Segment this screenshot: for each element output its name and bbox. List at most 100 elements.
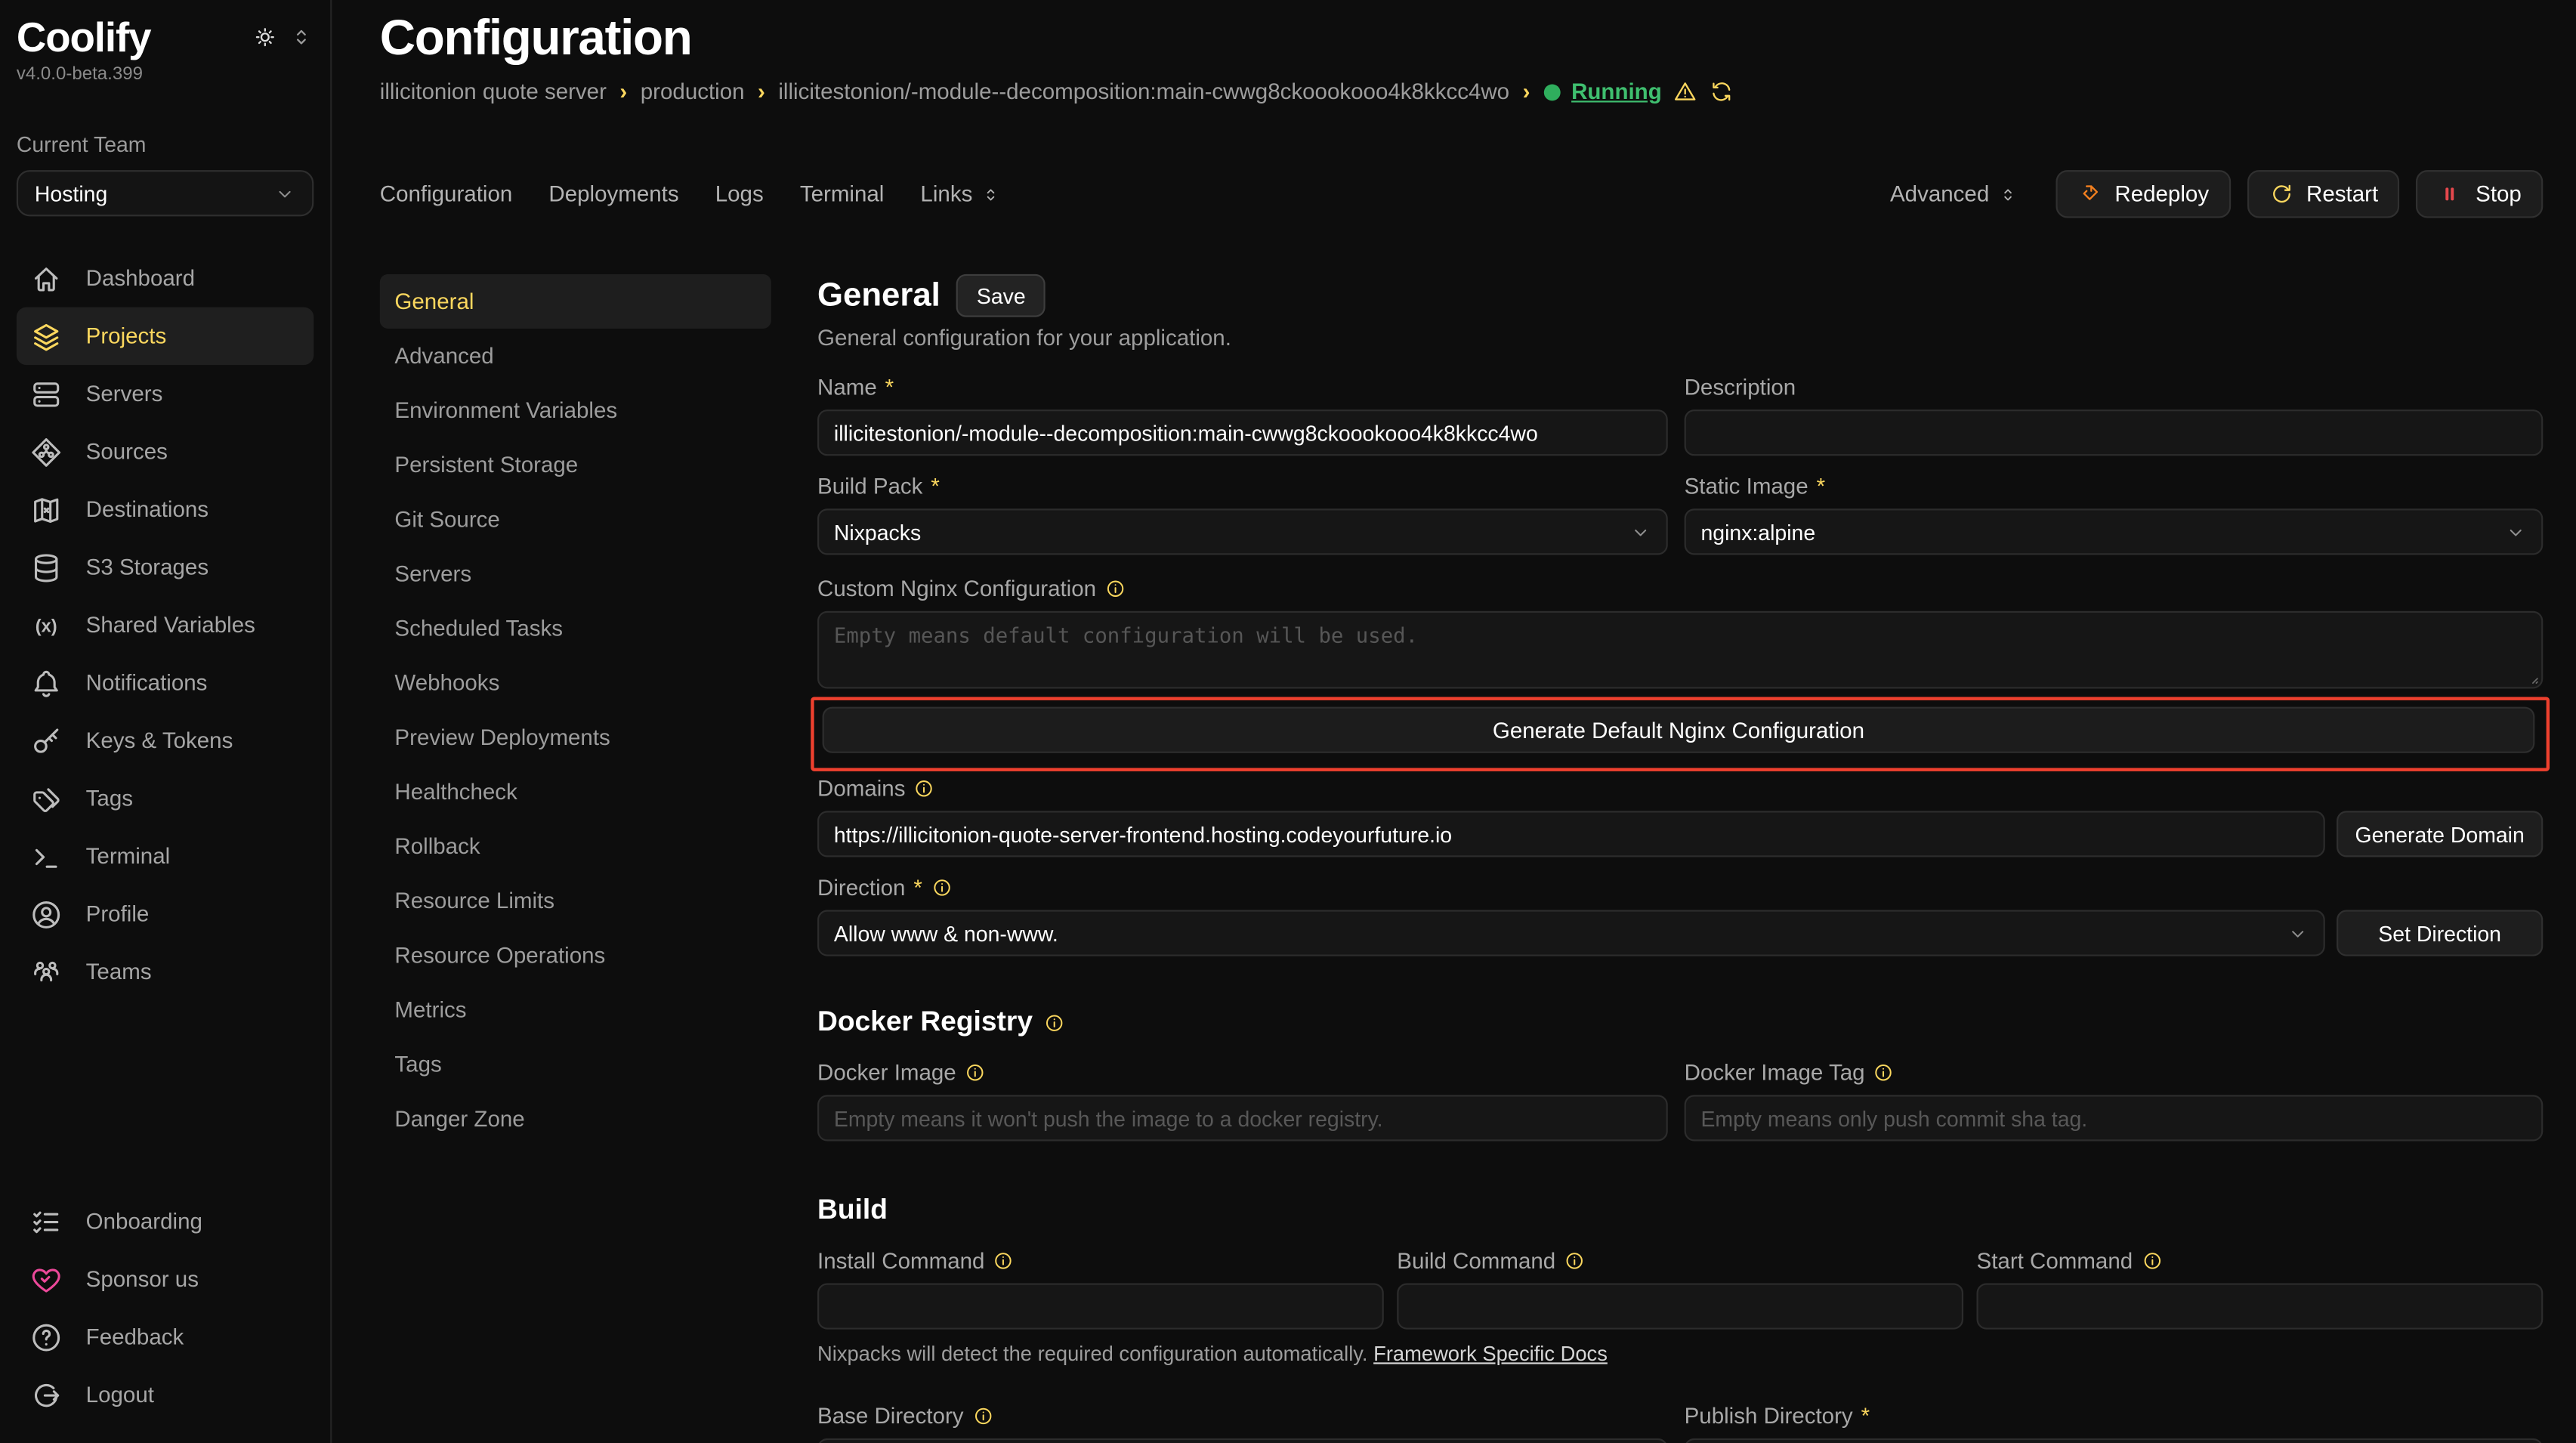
publish-directory-input[interactable]: [1685, 1438, 2544, 1443]
build-pack-select[interactable]: Nixpacks: [817, 508, 1668, 555]
tab-links[interactable]: Links: [920, 181, 1000, 206]
subnav-item-healthcheck[interactable]: Healthcheck: [380, 765, 771, 819]
sidebar-item-label: Feedback: [86, 1324, 184, 1349]
static-image-select[interactable]: nginx:alpine: [1685, 508, 2544, 555]
subnav-item-webhooks[interactable]: Webhooks: [380, 656, 771, 710]
tab-label: Terminal: [800, 181, 885, 206]
direction-select[interactable]: Allow www & non-www.: [817, 910, 2325, 956]
instance-selector-icon[interactable]: [289, 25, 314, 50]
resize-handle-icon[interactable]: [2522, 667, 2540, 685]
info-icon: [1873, 1062, 1894, 1083]
generate-nginx-config-button[interactable]: Generate Default Nginx Configuration: [823, 707, 2535, 753]
status-group: Running: [1543, 79, 1734, 104]
subnav-item-persistent-storage[interactable]: Persistent Storage: [380, 437, 771, 492]
tab-label: Configuration: [380, 181, 513, 206]
nginx-config-textarea[interactable]: [817, 611, 2543, 689]
sidebar-item-terminal[interactable]: Terminal: [17, 827, 314, 885]
theme-toggle-sun-icon[interactable]: [252, 25, 277, 50]
save-button[interactable]: Save: [957, 274, 1046, 317]
sidebar-item-destinations[interactable]: Destinations: [17, 480, 314, 539]
subnav-item-git-source[interactable]: Git Source: [380, 492, 771, 546]
tab-configuration[interactable]: Configuration: [380, 181, 513, 206]
tabs-row: Configuration Deployments Logs Terminal Link…: [380, 170, 2544, 218]
restart-button[interactable]: Restart: [2247, 170, 2399, 218]
varx-icon: (x): [29, 609, 63, 642]
sidebar-item-label: Logout: [86, 1383, 154, 1407]
sidebar-item-label: Sponsor us: [86, 1267, 199, 1292]
start-command-input[interactable]: [1977, 1283, 2544, 1329]
sidebar-item-dashboard[interactable]: Dashboard: [17, 249, 314, 307]
subnav-item-tags[interactable]: Tags: [380, 1037, 771, 1092]
team-select[interactable]: Hosting: [17, 170, 314, 216]
subnav-item-resource-limits[interactable]: Resource Limits: [380, 873, 771, 928]
framework-docs-link[interactable]: Framework Specific Docs: [1373, 1343, 1608, 1366]
docker-image-tag-label: Docker Image Tag: [1685, 1058, 2544, 1086]
status-badge[interactable]: Running: [1571, 79, 1662, 104]
name-input[interactable]: [817, 409, 1668, 456]
sidebar-item-servers[interactable]: Servers: [17, 365, 314, 423]
redeploy-button[interactable]: Redeploy: [2056, 170, 2231, 218]
stop-button[interactable]: Stop: [2416, 170, 2543, 218]
sidebar-item-label: Onboarding: [86, 1209, 202, 1234]
sidebar-item-shared-variables[interactable]: (x) Shared Variables: [17, 596, 314, 654]
annotation-highlight-box: Generate Default Nginx Configuration: [811, 697, 2550, 771]
subnav-item-servers[interactable]: Servers: [380, 547, 771, 601]
subnav-item-danger-zone[interactable]: Danger Zone: [380, 1092, 771, 1146]
subnav-item-advanced[interactable]: Advanced: [380, 329, 771, 383]
sidebar-item-feedback[interactable]: Feedback: [17, 1308, 314, 1366]
sidebar-footer-nav: Onboarding Sponsor us Feedback Logout: [17, 1192, 314, 1423]
generate-domain-button[interactable]: Generate Domain: [2337, 811, 2543, 857]
chevron-down-icon: [2505, 521, 2526, 542]
install-command-input[interactable]: [817, 1283, 1384, 1329]
info-icon: [913, 778, 934, 799]
sidebar-item-label: Shared Variables: [86, 613, 255, 638]
docker-image-tag-input[interactable]: [1685, 1095, 2544, 1141]
subnav-item-scheduled-tasks[interactable]: Scheduled Tasks: [380, 601, 771, 656]
description-label: Description: [1685, 373, 2544, 401]
sidebar-item-projects[interactable]: Projects: [17, 307, 314, 366]
chevron-down-icon: [2287, 922, 2308, 944]
subnav-item-environment-variables[interactable]: Environment Variables: [380, 383, 771, 437]
set-direction-button[interactable]: Set Direction: [2337, 910, 2543, 956]
subnav-item-metrics[interactable]: Metrics: [380, 983, 771, 1037]
sidebar-item-s3-storages[interactable]: S3 Storages: [17, 539, 314, 597]
subnav-item-rollback[interactable]: Rollback: [380, 819, 771, 873]
build-command-input[interactable]: [1397, 1283, 1963, 1329]
sidebar-item-tags[interactable]: Tags: [17, 770, 314, 828]
refresh-icon[interactable]: [1710, 79, 1734, 104]
breadcrumb-item[interactable]: illicitestonion/-module--decomposition:m…: [778, 79, 1509, 104]
sidebar-item-profile[interactable]: Profile: [17, 885, 314, 944]
resource-tabs: Configuration Deployments Logs Terminal Link…: [380, 181, 1001, 206]
app-version: v4.0.0-beta.399: [17, 64, 151, 84]
help-icon: [29, 1321, 63, 1354]
description-input[interactable]: [1685, 409, 2544, 456]
sidebar-item-label: Tags: [86, 786, 133, 811]
sidebar-item-onboarding[interactable]: Onboarding: [17, 1192, 314, 1250]
breadcrumb-item[interactable]: illicitonion quote server: [380, 79, 607, 104]
breadcrumb-item[interactable]: production: [641, 79, 745, 104]
sidebar-item-notifications[interactable]: Notifications: [17, 654, 314, 712]
sidebar-item-label: Profile: [86, 902, 150, 927]
docker-image-input[interactable]: [817, 1095, 1668, 1141]
subnav-item-resource-operations[interactable]: Resource Operations: [380, 928, 771, 982]
subnav-item-general[interactable]: General: [380, 274, 771, 329]
sidebar-item-label: Sources: [86, 439, 168, 464]
button-label: Redeploy: [2114, 181, 2209, 206]
sidebar-item-label: Destinations: [86, 497, 208, 522]
tab-logs[interactable]: Logs: [715, 181, 764, 206]
updown-icon: [981, 184, 1000, 204]
sidebar-item-teams[interactable]: Teams: [17, 943, 314, 1001]
sidebar-item-sources[interactable]: Sources: [17, 423, 314, 481]
advanced-dropdown[interactable]: Advanced: [1890, 181, 2017, 206]
sidebar-item-sponsor-us[interactable]: Sponsor us: [17, 1250, 314, 1309]
direction-label: Direction*: [817, 873, 2543, 901]
tab-deployments[interactable]: Deployments: [548, 181, 678, 206]
info-icon: [2141, 1250, 2162, 1272]
base-directory-input[interactable]: [817, 1438, 1668, 1443]
tab-terminal[interactable]: Terminal: [800, 181, 885, 206]
sidebar-item-keys-tokens[interactable]: Keys & Tokens: [17, 712, 314, 770]
breadcrumb-separator: ›: [619, 79, 627, 104]
sidebar-item-logout[interactable]: Logout: [17, 1366, 314, 1424]
domains-input[interactable]: [817, 811, 2325, 857]
subnav-item-preview-deployments[interactable]: Preview Deployments: [380, 710, 771, 765]
